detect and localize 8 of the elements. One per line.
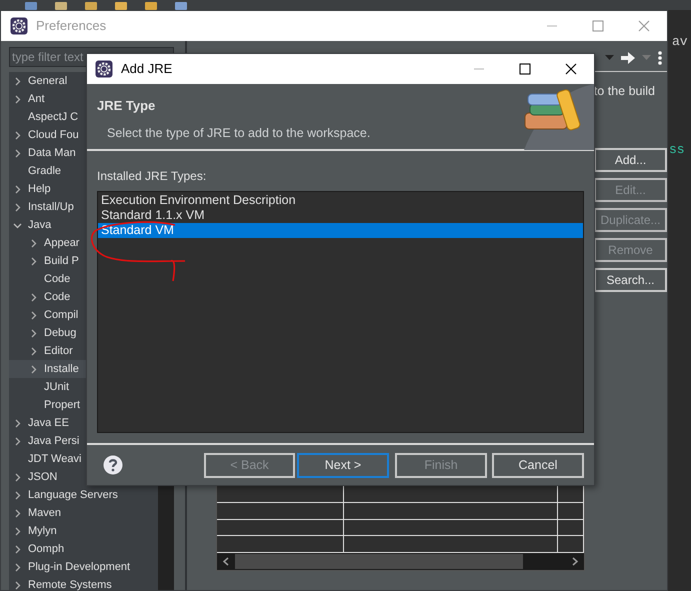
section-description: Select the type of JRE to add to the workspace.: [107, 124, 372, 142]
window-title: Preferences: [36, 17, 106, 36]
code-text: ss: [669, 142, 685, 158]
code-text: av: [672, 34, 688, 50]
window-title: Add JRE: [121, 60, 172, 78]
list-label: Installed JRE Types:: [97, 168, 208, 185]
description-text: to the build: [594, 83, 655, 100]
section-title: JRE Type: [97, 97, 156, 115]
